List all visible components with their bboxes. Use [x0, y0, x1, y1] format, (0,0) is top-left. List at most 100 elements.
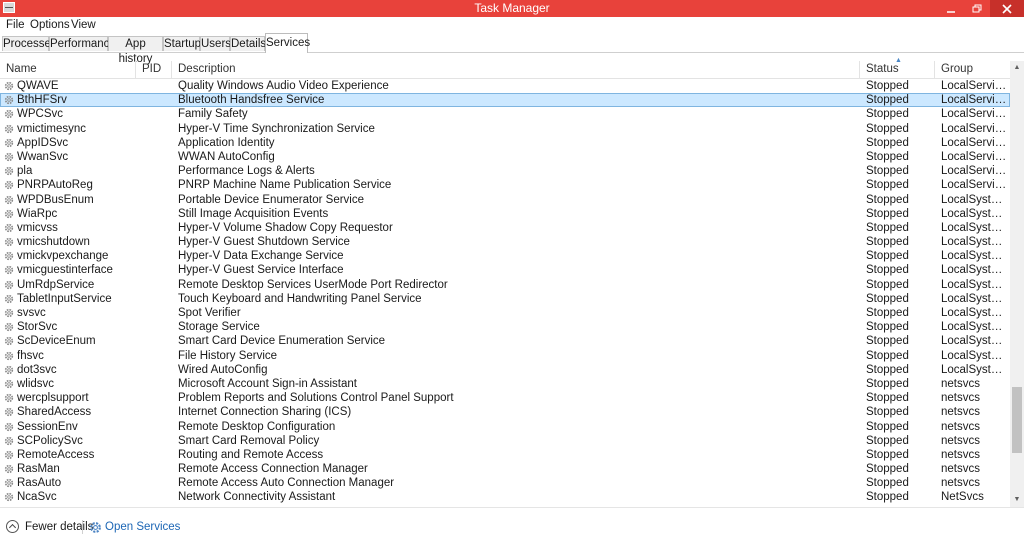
table-row[interactable]: RasAuto Remote Access Auto Connection Man…: [0, 476, 1010, 490]
service-group: NetSvcs: [941, 491, 984, 504]
table-row[interactable]: NcaSvc Network Connectivity Assistant Stop…: [0, 490, 1010, 504]
tab-startup[interactable]: Startup: [163, 36, 201, 51]
column-header-status[interactable]: Status: [860, 61, 935, 78]
table-row[interactable]: TabletInputService Touch Keyboard and Han…: [0, 292, 1010, 306]
service-name: vmickvpexchange: [17, 250, 109, 263]
service-gear-icon: [4, 351, 14, 360]
table-row[interactable]: pla Performance Logs & Alerts Stopped Local…: [0, 164, 1010, 178]
service-group: netsvcs: [941, 463, 980, 476]
tab-services[interactable]: Services: [265, 33, 310, 53]
tab-processes[interactable]: Processes: [2, 36, 57, 51]
column-header-description[interactable]: Description: [172, 61, 860, 78]
service-name: StorSvc: [17, 321, 58, 334]
service-description: PNRP Machine Name Publication Service: [178, 179, 392, 192]
table-row[interactable]: BthHFSrv Bluetooth Handsfree Service Stopp…: [0, 93, 1010, 108]
table-row[interactable]: WwanSvc WWAN AutoConfig Stopped LocalServic…: [0, 150, 1010, 164]
table-row[interactable]: svsvc Spot Verifier Stopped LocalSystemN...: [0, 306, 1010, 320]
service-gear-icon: [4, 110, 14, 119]
service-group: LocalSystemN...: [941, 193, 1007, 206]
table-row[interactable]: RasMan Remote Access Connection Manager St…: [0, 462, 1010, 476]
service-description: Network Connectivity Assistant: [178, 491, 336, 504]
table-row[interactable]: WiaRpc Still Image Acquisition Events Stop…: [0, 207, 1010, 221]
column-header-name[interactable]: Name: [0, 61, 136, 78]
service-group: LocalServiceA...: [941, 80, 1007, 92]
service-group: LocalSystemN...: [941, 349, 1007, 362]
vertical-scrollbar[interactable]: ▲ ▼: [1010, 61, 1024, 507]
service-gear-icon: [4, 138, 14, 147]
table-row[interactable]: UmRdpService Remote Desktop Services User…: [0, 278, 1010, 292]
table-row[interactable]: fhsvc File History Service Stopped LocalSys…: [0, 349, 1010, 363]
service-group: LocalServiceA...: [941, 94, 1007, 107]
service-name: WwanSvc: [17, 150, 69, 163]
service-status: Stopped: [866, 250, 909, 263]
service-gear-icon: [4, 337, 14, 346]
service-group: netsvcs: [941, 477, 980, 490]
scroll-up-icon[interactable]: ▲: [1010, 61, 1024, 75]
service-name: AppIDSvc: [17, 136, 69, 149]
tab-users[interactable]: Users: [200, 36, 231, 51]
service-description: WWAN AutoConfig: [178, 150, 275, 163]
tab-performance[interactable]: Performance: [49, 36, 116, 51]
service-gear-icon: [4, 237, 14, 247]
service-group: LocalSystemN...: [941, 321, 1007, 334]
service-name: WPCSvc: [17, 108, 63, 121]
table-row[interactable]: QWAVE Quality Windows Audio Video Experie…: [0, 79, 1010, 93]
service-name: RemoteAccess: [17, 448, 95, 461]
service-description: Remote Access Auto Connection Manager: [178, 477, 395, 490]
service-group: LocalServiceN...: [941, 165, 1007, 178]
column-header-pid[interactable]: PID: [136, 61, 172, 78]
table-row[interactable]: vmicvss Hyper-V Volume Shadow Copy Reques…: [0, 221, 1010, 235]
close-icon: [1002, 4, 1012, 14]
table-row[interactable]: wercplsupport Problem Reports and Solutio…: [0, 391, 1010, 405]
service-gear-icon: [4, 479, 14, 488]
service-description: Microsoft Account Sign-in Assistant: [178, 377, 357, 390]
table-row[interactable]: StorSvc Storage Service Stopped LocalSystem…: [0, 320, 1010, 334]
service-group: LocalSystemN...: [941, 335, 1007, 348]
fewer-details-label: Fewer details: [25, 521, 94, 533]
table-row[interactable]: AppIDSvc Application Identity Stopped Local…: [0, 136, 1010, 150]
maximize-button[interactable]: [964, 0, 990, 17]
table-row[interactable]: vmicshutdown Hyper-V Guest Shutdown Servi…: [0, 235, 1010, 249]
service-gear-icon: [4, 450, 14, 460]
table-row[interactable]: RemoteAccess Routing and Remote Access Sto…: [0, 448, 1010, 462]
service-description: Still Image Acquisition Events: [178, 207, 329, 220]
service-gear-icon: [4, 294, 14, 303]
services-list: QWAVE Quality Windows Audio Video Experie…: [0, 79, 1010, 507]
menu-view[interactable]: View: [71, 18, 96, 32]
table-row[interactable]: dot3svc Wired AutoConfig Stopped LocalSyste…: [0, 363, 1010, 377]
table-row[interactable]: SharedAccess Internet Connection Sharing …: [0, 405, 1010, 419]
service-name: RasMan: [17, 463, 60, 476]
service-gear-icon: [4, 252, 14, 261]
table-row[interactable]: WPDBusEnum Portable Device Enumerator Ser…: [0, 193, 1010, 207]
tab-details[interactable]: Details: [230, 36, 266, 51]
scrollbar-thumb[interactable]: [1012, 387, 1022, 453]
service-gear-icon: [4, 96, 14, 105]
service-description: Remote Desktop Services UserMode Port Re…: [178, 278, 448, 291]
menu-options[interactable]: Options: [30, 18, 70, 32]
service-status: Stopped: [866, 136, 909, 149]
service-gear-icon: [4, 266, 14, 275]
table-row[interactable]: vmickvpexchange Hyper-V Data Exchange Ser…: [0, 249, 1010, 263]
table-row[interactable]: WPCSvc Family Safety Stopped LocalServiceN.…: [0, 107, 1010, 121]
minimize-button[interactable]: [938, 0, 964, 17]
service-group: netsvcs: [941, 434, 980, 447]
service-description: Hyper-V Guest Shutdown Service: [178, 236, 350, 249]
table-row[interactable]: SCPolicySvc Smart Card Removal Policy Stop…: [0, 434, 1010, 448]
close-button[interactable]: [990, 0, 1024, 17]
column-header-group[interactable]: Group: [935, 61, 1010, 78]
table-row[interactable]: vmicguestinterface Hyper-V Guest Service …: [0, 263, 1010, 277]
menu-file[interactable]: File: [6, 18, 25, 32]
service-gear-icon: [4, 308, 14, 318]
table-row[interactable]: vmictimesync Hyper-V Time Synchronization…: [0, 122, 1010, 136]
table-row[interactable]: PNRPAutoReg PNRP Machine Name Publication…: [0, 178, 1010, 192]
service-name: SCPolicySvc: [17, 434, 83, 447]
service-name: QWAVE: [17, 80, 59, 92]
scroll-down-icon[interactable]: ▼: [1010, 493, 1024, 507]
service-status: Stopped: [866, 463, 909, 476]
service-name: vmicguestinterface: [17, 264, 113, 277]
tab-app-history[interactable]: App history: [108, 36, 163, 65]
table-row[interactable]: SessionEnv Remote Desktop Configuration St…: [0, 420, 1010, 434]
table-row[interactable]: wlidsvc Microsoft Account Sign-in Assista…: [0, 377, 1010, 391]
table-row[interactable]: ScDeviceEnum Smart Card Device Enumeratio…: [0, 334, 1010, 348]
service-description: Quality Windows Audio Video Experience: [178, 80, 389, 92]
